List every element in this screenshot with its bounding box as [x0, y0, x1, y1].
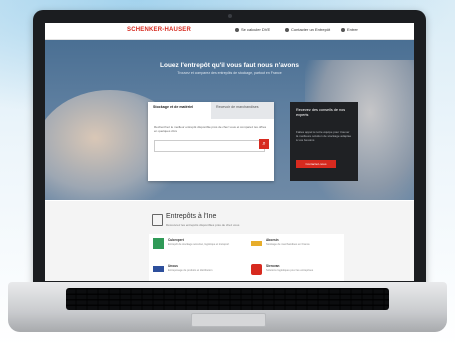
search-description: Recherchez le meilleur entrepôt disponib…: [154, 125, 267, 133]
trackpad: [191, 313, 266, 327]
user-icon: [341, 27, 345, 32]
tab-storage[interactable]: Stockage et de matériel: [148, 102, 211, 119]
company-logo: [251, 264, 262, 275]
search-button[interactable]: ⌕: [259, 139, 269, 149]
promo-title: Recevez des conseils de nos experts: [296, 108, 346, 117]
search-tabs: Stockage et de matériel Recevoir de marc…: [148, 102, 274, 119]
company-card[interactable]: Sierovan Solutions logistiques pour les …: [247, 260, 343, 281]
laptop-screen: SCHENKER-HAUSER Se calculer DVE Contacte…: [45, 23, 414, 281]
search-icon: ⌕: [262, 141, 266, 147]
expert-promo: Recevez des conseils de nos experts Fait…: [290, 102, 358, 181]
company-name: Aboesin: [266, 238, 279, 242]
company-card[interactable]: Aboesin Stockage de marchandises en Fran…: [247, 234, 343, 258]
webcam: [228, 14, 232, 18]
company-desc: Entrepôt de stockage sécurisé, logistiqu…: [168, 243, 230, 246]
warehouses-section: Entrepôts à l'Ine Découvrez les entrepôt…: [45, 201, 414, 281]
laptop-base: [8, 282, 447, 332]
company-logo: [251, 241, 262, 246]
company-grid: Cubexpert Entrepôt de stockage sécurisé,…: [149, 234, 344, 281]
hero-section: Louez l'entrepôt qu'il vous faut nous n'…: [45, 40, 414, 200]
nav-label: Se calculer DVE: [241, 27, 271, 32]
promo-text: Faites appel à notre équipe pour trouver…: [296, 130, 352, 142]
company-logo: [153, 266, 164, 272]
hero-subtitle: Trouvez et comparez des entrepôts de sto…: [177, 71, 282, 75]
tab-receive[interactable]: Recevoir de marchandises: [211, 102, 274, 119]
section-subtitle: Découvrez les entrepôts disponibles près…: [166, 223, 240, 227]
nav-item-contact[interactable]: Contacter un Entrepôt: [285, 27, 330, 32]
site-header: SCHENKER-HAUSER Se calculer DVE Contacte…: [45, 23, 414, 40]
contact-button[interactable]: Contactez-nous: [296, 160, 336, 168]
search-card: Stockage et de matériel Recevoir de marc…: [148, 102, 274, 181]
keyboard: [66, 288, 389, 310]
company-name: Unous: [168, 264, 178, 268]
company-desc: Solutions logistiques pour les entrepris…: [266, 269, 314, 272]
phone-icon: [235, 27, 239, 32]
hero-title: Louez l'entrepôt qu'il vous faut nous n'…: [160, 62, 299, 69]
nav-label: Entrer: [347, 27, 358, 32]
company-card[interactable]: Cubexpert Entrepôt de stockage sécurisé,…: [149, 234, 245, 258]
building-icon: [152, 214, 163, 226]
company-desc: Stockage de marchandises en France: [266, 243, 310, 246]
company-name: Cubexpert: [168, 238, 184, 242]
pin-icon: [285, 27, 289, 32]
company-card[interactable]: Unous Entreposage de produits et distrib…: [149, 260, 245, 281]
search-input[interactable]: [154, 140, 265, 152]
nav-item-login[interactable]: Entrer: [341, 27, 358, 32]
company-logo: [153, 238, 164, 249]
nav-item-calculate[interactable]: Se calculer DVE: [235, 27, 270, 32]
site-logo[interactable]: SCHENKER-HAUSER: [127, 27, 191, 33]
company-desc: Entreposage de produits et distribution: [168, 269, 213, 272]
section-title: Entrepôts à l'Ine: [166, 213, 217, 220]
company-name: Sierovan: [266, 264, 280, 268]
laptop-lid: SCHENKER-HAUSER Se calculer DVE Contacte…: [33, 10, 426, 289]
nav-label: Contacter un Entrepôt: [291, 27, 331, 32]
